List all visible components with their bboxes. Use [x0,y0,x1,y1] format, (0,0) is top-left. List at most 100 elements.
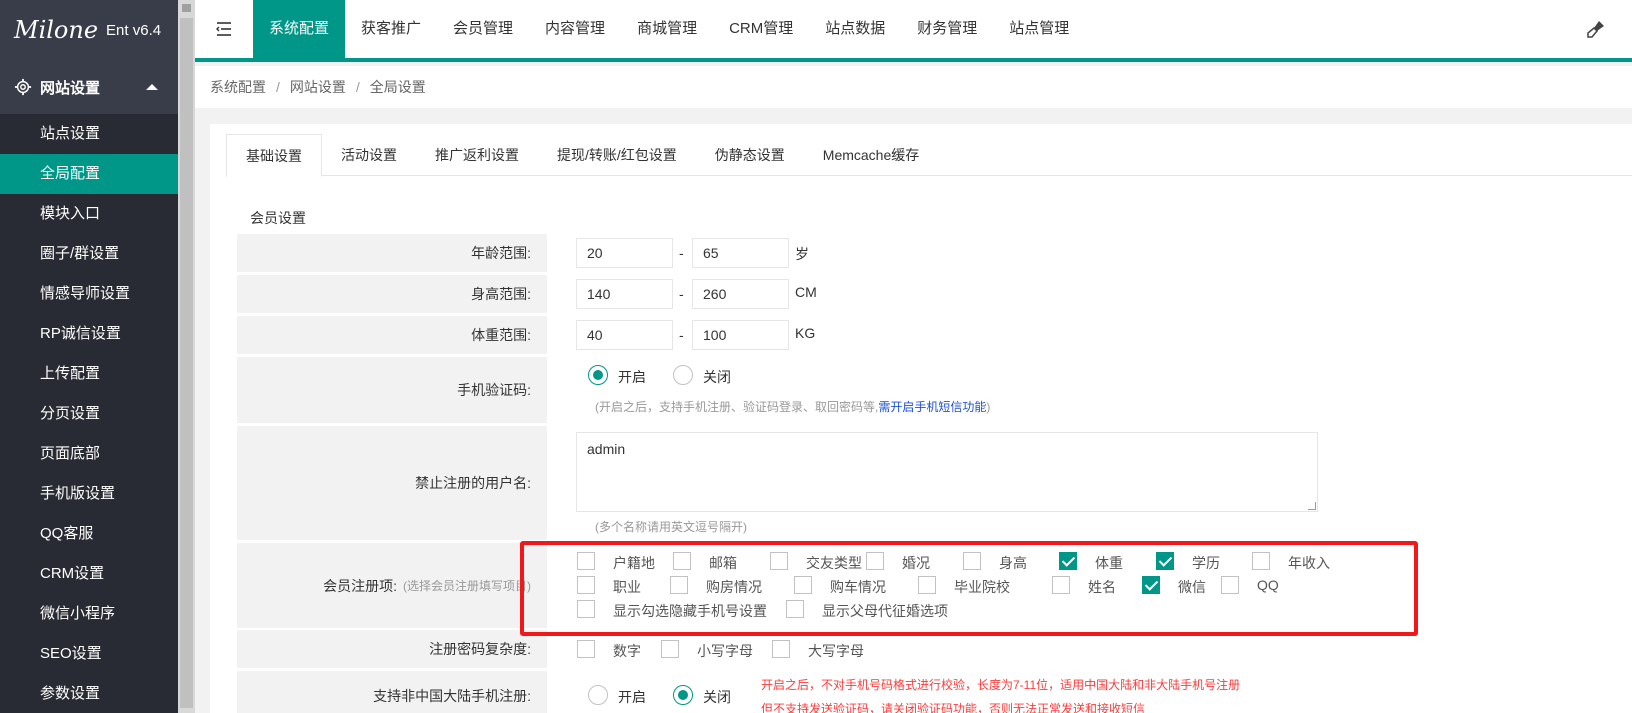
logo-script: Milone [14,16,99,44]
weight-range-label: 体重范围: [237,316,547,354]
highlight-box [520,541,1418,636]
clear-cache-brush-icon[interactable] [1586,19,1606,39]
height-unit: CM [795,284,817,300]
sidebar-item[interactable]: 手机版设置 [0,474,178,514]
intl-phone-off-radio[interactable] [673,685,693,705]
sidebar-group-website-settings[interactable]: 网站设置 [0,60,178,114]
sidebar-item[interactable]: 微信小程序 [0,594,178,634]
checkbox-label[interactable]: 数字 [613,641,641,661]
top-nav-item[interactable]: 系统配置 [253,0,346,58]
sidebar-item[interactable]: SEO设置 [0,634,178,674]
banned-usernames-textarea[interactable]: admin [576,432,1318,512]
checkbox[interactable] [661,640,679,658]
settings-tab[interactable]: 基础设置 [226,134,322,177]
intl-phone-on-radio[interactable] [588,685,608,705]
row-banned-usernames: 禁止注册的用户名: admin (多个名称请用英文逗号隔开) [237,426,1632,540]
height-max-input[interactable]: 260 [692,279,789,309]
banned-usernames-value: admin [587,441,626,457]
gear-icon [14,78,32,96]
sidebar-item[interactable]: CRM设置 [0,554,178,594]
sidebar-group-label: 网站设置 [40,79,101,97]
intl-phone-warning-2: 但不支持发送验证码，请关闭验证码功能，否则无法正常发送和接收短信 [761,702,1146,713]
phone-verify-off-radio[interactable] [673,365,693,385]
intl-phone-label: 支持非中国大陆手机注册: [237,671,547,713]
section-title: 会员设置 [250,210,306,226]
sidebar-item[interactable]: RP诚信设置 [0,314,178,354]
age-max-input[interactable]: 65 [692,238,789,268]
range-dash: - [679,286,684,302]
settings-tab[interactable]: 提现/转账/红包设置 [538,134,696,176]
top-nav-item[interactable]: 内容管理 [529,0,621,58]
sms-feature-link[interactable]: 需开启手机短信功能 [878,400,986,414]
breadcrumb-item-current: 全局设置 [369,79,426,95]
banned-usernames-label: 禁止注册的用户名: [237,426,547,540]
sidebar-item[interactable]: QQ客服 [0,514,178,554]
breadcrumb-separator: / [276,79,280,95]
scrollbar-thumb[interactable] [180,18,193,708]
checkbox-label[interactable]: 大写字母 [808,641,864,661]
phone-verify-on-label[interactable]: 开启 [618,367,646,387]
sidebar-item[interactable]: 情感导师设置 [0,274,178,314]
breadcrumb-item-system[interactable]: 系统配置 [210,79,266,95]
intl-phone-on-label[interactable]: 开启 [618,687,646,707]
height-min-input[interactable]: 140 [576,279,673,309]
top-nav-item[interactable]: CRM管理 [713,0,809,58]
sidebar-scrollbar[interactable] [178,0,195,713]
settings-tab[interactable]: 推广返利设置 [416,134,538,176]
register-items-label: 会员注册项: (选择会员注册填写项目) [237,543,547,628]
scroll-up-arrow[interactable] [182,4,191,12]
weight-min-input[interactable]: 40 [576,320,673,350]
caret-up-icon [146,84,158,90]
top-header: 系统配置 获客推广 会员管理 内容管理 商城管理 CRM管理 站点数据 财务管理 站点管理 [195,0,1632,62]
breadcrumb-item-website[interactable]: 网站设置 [290,79,346,95]
top-nav-item[interactable]: 站点管理 [993,0,1085,58]
checkbox[interactable] [772,640,790,658]
password-complexity-label: 注册密码复杂度: [237,630,547,668]
top-nav-item[interactable]: 获客推广 [345,0,437,58]
breadcrumb-separator: / [355,79,360,95]
height-range-label: 身高范围: [237,275,547,313]
resize-grip-icon[interactable] [1308,502,1316,510]
settings-tab[interactable]: 活动设置 [322,134,416,176]
sidebar-item[interactable]: 圈子/群设置 [0,234,178,274]
phone-verify-note: (开启之后，支持手机注册、验证码登录、取回密码等,需开启手机短信功能) [595,400,991,414]
phone-verify-on-radio[interactable] [588,365,608,385]
weight-unit: KG [795,325,816,341]
sidebar-nav-list: 站点设置 全局配置 模块入口 圈子/群设置 情感导师设置 RP诚信设置 上传配置 分页设置 页面… [0,114,178,713]
weight-max-input[interactable]: 100 [692,320,789,350]
sidebar-item[interactable]: 站点设置 [0,114,178,154]
sidebar-item[interactable]: 分页设置 [0,394,178,434]
range-dash: - [679,327,684,343]
top-nav: 系统配置 获客推广 会员管理 内容管理 商城管理 CRM管理 站点数据 财务管理 站点管理 [253,0,1085,58]
range-dash: - [679,245,684,261]
age-unit: 岁 [795,246,809,262]
settings-tab[interactable]: Memcache缓存 [804,134,938,176]
sidebar-item[interactable]: 模块入口 [0,194,178,234]
phone-verify-off-label[interactable]: 关闭 [703,367,731,387]
sidebar-item[interactable]: 参数设置 [0,674,178,713]
sidebar-item[interactable]: 上传配置 [0,354,178,394]
settings-tab[interactable]: 伪静态设置 [696,134,804,176]
top-nav-item[interactable]: 站点数据 [809,0,901,58]
intl-phone-warning-1: 开启之后，不对手机号码格式进行校验，长度为7-11位，适用中国大陆和非大陆手机号… [761,678,1241,692]
top-nav-item[interactable]: 会员管理 [437,0,529,58]
sidebar-item[interactable]: 全局配置 [0,154,178,194]
checkbox[interactable] [577,640,595,658]
logo[interactable]: Milone Ent v6.4 [0,0,178,60]
row-age-range: 年龄范围: 20 - 65 岁 [237,234,1632,272]
row-intl-phone: 支持非中国大陆手机注册: 开启 关闭 开启之后，不对手机号码格式进行校验，长度为… [237,671,1632,713]
row-weight-range: 体重范围: 40 - 100 KG [237,316,1632,354]
checkbox-label[interactable]: 小写字母 [697,641,753,661]
age-range-label: 年龄范围: [237,234,547,272]
intl-phone-off-label[interactable]: 关闭 [703,687,731,707]
age-min-input[interactable]: 20 [576,238,673,268]
top-nav-item[interactable]: 财务管理 [901,0,993,58]
row-height-range: 身高范围: 140 - 260 CM [237,275,1632,313]
settings-tabs: 基础设置 活动设置 推广返利设置 提现/转账/红包设置 伪静态设置 Memcache缓存 [226,134,1632,177]
menu-toggle-icon[interactable] [215,20,233,38]
sidebar-item[interactable]: 页面底部 [0,434,178,474]
app-version: Ent v6.4 [106,21,162,39]
phone-verify-label: 手机验证码: [237,357,547,423]
banned-usernames-note: (多个名称请用英文逗号隔开) [595,520,747,534]
top-nav-item[interactable]: 商城管理 [621,0,713,58]
